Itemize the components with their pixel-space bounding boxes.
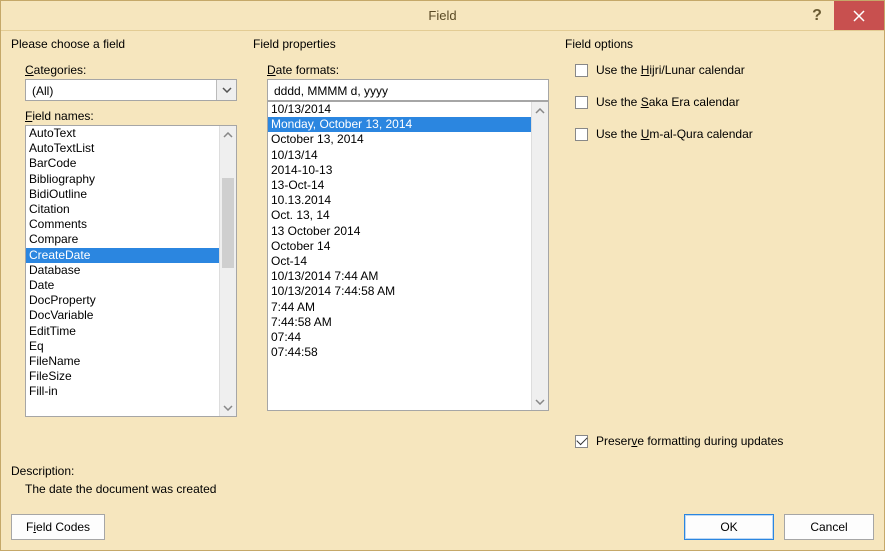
titlebar-controls: ? [800, 1, 884, 30]
preserve-formatting-label: Preserve formatting during updates [596, 434, 783, 448]
list-item[interactable]: AutoTextList [26, 141, 219, 156]
list-item[interactable]: CreateDate [26, 248, 219, 263]
option-checkbox[interactable] [575, 128, 588, 141]
list-item[interactable]: Monday, October 13, 2014 [268, 117, 531, 132]
date-formats-items: 10/13/2014Monday, October 13, 2014Octobe… [268, 102, 531, 410]
choose-field-header: Please choose a field [11, 37, 237, 51]
scroll-track [532, 119, 548, 393]
titlebar: Field ? [1, 1, 884, 31]
categories-select[interactable]: (All) [25, 79, 237, 101]
dialog-body: Please choose a field Categories: (All) … [1, 31, 884, 550]
list-item[interactable]: 2014-10-13 [268, 163, 531, 178]
list-item[interactable]: 10/13/14 [268, 148, 531, 163]
field-properties-header: Field properties [253, 37, 549, 51]
list-item[interactable]: DocProperty [26, 293, 219, 308]
ok-button[interactable]: OK [684, 514, 774, 540]
list-item[interactable]: Oct. 13, 14 [268, 208, 531, 223]
date-formats-listbox[interactable]: 10/13/2014Monday, October 13, 2014Octobe… [267, 101, 549, 411]
list-item[interactable]: 13 October 2014 [268, 224, 531, 239]
description-text: The date the document was created [25, 482, 874, 496]
option-row[interactable]: Use the Saka Era calendar [575, 95, 874, 109]
scroll-down-icon[interactable] [532, 393, 548, 410]
window-title: Field [428, 8, 456, 23]
list-item[interactable]: Citation [26, 202, 219, 217]
close-button[interactable] [834, 1, 884, 30]
scrollbar[interactable] [219, 126, 236, 416]
help-button[interactable]: ? [800, 1, 834, 30]
list-item[interactable]: AutoText [26, 126, 219, 141]
description-label: Description: [11, 464, 874, 478]
scroll-up-icon[interactable] [220, 126, 236, 143]
scrollbar[interactable] [531, 102, 548, 410]
list-item[interactable]: FileName [26, 354, 219, 369]
option-row[interactable]: Use the Hijri/Lunar calendar [575, 63, 874, 77]
scroll-thumb[interactable] [222, 178, 234, 268]
date-formats-label: Date formats: [267, 63, 549, 77]
list-item[interactable]: Fill-in [26, 384, 219, 399]
preserve-formatting-checkbox[interactable] [575, 435, 588, 448]
field-options-header: Field options [565, 37, 874, 51]
button-row: Field Codes OK Cancel [11, 514, 874, 540]
list-item[interactable]: EditTime [26, 324, 219, 339]
cancel-button[interactable]: Cancel [784, 514, 874, 540]
list-item[interactable]: Eq [26, 339, 219, 354]
categories-label: Categories: [25, 63, 237, 77]
description-block: Description: The date the document was c… [11, 464, 874, 496]
field-properties-panel: Field properties Date formats: dddd, MMM… [253, 37, 549, 448]
option-list: Use the Hijri/Lunar calendar Use the Saka… [565, 55, 874, 141]
list-item[interactable]: 7:44 AM [268, 300, 531, 315]
list-item[interactable]: BidiOutline [26, 187, 219, 202]
field-options-panel: Field options Use the Hijri/Lunar calend… [565, 37, 874, 448]
list-item[interactable]: 13-Oct-14 [268, 178, 531, 193]
list-item[interactable]: Compare [26, 232, 219, 247]
field-dialog: Field ? Please choose a field Categories… [0, 0, 885, 551]
list-item[interactable]: 10/13/2014 7:44 AM [268, 269, 531, 284]
list-item[interactable]: Database [26, 263, 219, 278]
ok-cancel-group: OK Cancel [684, 514, 874, 540]
chevron-down-icon [216, 80, 236, 100]
list-item[interactable]: Bibliography [26, 172, 219, 187]
option-checkbox[interactable] [575, 64, 588, 77]
scroll-down-icon[interactable] [220, 399, 236, 416]
scroll-track [220, 143, 236, 399]
list-item[interactable]: BarCode [26, 156, 219, 171]
field-names-label: Field names: [25, 109, 237, 123]
list-item[interactable]: October 13, 2014 [268, 132, 531, 147]
list-item[interactable]: Oct-14 [268, 254, 531, 269]
list-item[interactable]: 07:44 [268, 330, 531, 345]
date-formats-input[interactable]: dddd, MMMM d, yyyy [267, 79, 549, 101]
list-item[interactable]: 10.13.2014 [268, 193, 531, 208]
list-item[interactable]: 10/13/2014 7:44:58 AM [268, 284, 531, 299]
option-label: Use the Saka Era calendar [596, 95, 739, 109]
list-item[interactable]: October 14 [268, 239, 531, 254]
option-checkbox[interactable] [575, 96, 588, 109]
option-label: Use the Hijri/Lunar calendar [596, 63, 745, 77]
preserve-formatting-row[interactable]: Preserve formatting during updates [575, 434, 874, 448]
list-item[interactable]: 7:44:58 AM [268, 315, 531, 330]
columns: Please choose a field Categories: (All) … [11, 37, 874, 448]
choose-field-panel: Please choose a field Categories: (All) … [11, 37, 237, 448]
field-names-listbox[interactable]: AutoTextAutoTextListBarCodeBibliographyB… [25, 125, 237, 417]
scroll-up-icon[interactable] [532, 102, 548, 119]
list-item[interactable]: 07:44:58 [268, 345, 531, 360]
list-item[interactable]: DocVariable [26, 308, 219, 323]
categories-value: (All) [26, 80, 216, 100]
list-item[interactable]: Comments [26, 217, 219, 232]
option-label: Use the Um-al-Qura calendar [596, 127, 753, 141]
close-icon [853, 10, 865, 22]
field-codes-button[interactable]: Field Codes [11, 514, 105, 540]
field-names-items: AutoTextAutoTextListBarCodeBibliographyB… [26, 126, 219, 416]
list-item[interactable]: Date [26, 278, 219, 293]
list-item[interactable]: FileSize [26, 369, 219, 384]
option-row[interactable]: Use the Um-al-Qura calendar [575, 127, 874, 141]
list-item[interactable]: 10/13/2014 [268, 102, 531, 117]
